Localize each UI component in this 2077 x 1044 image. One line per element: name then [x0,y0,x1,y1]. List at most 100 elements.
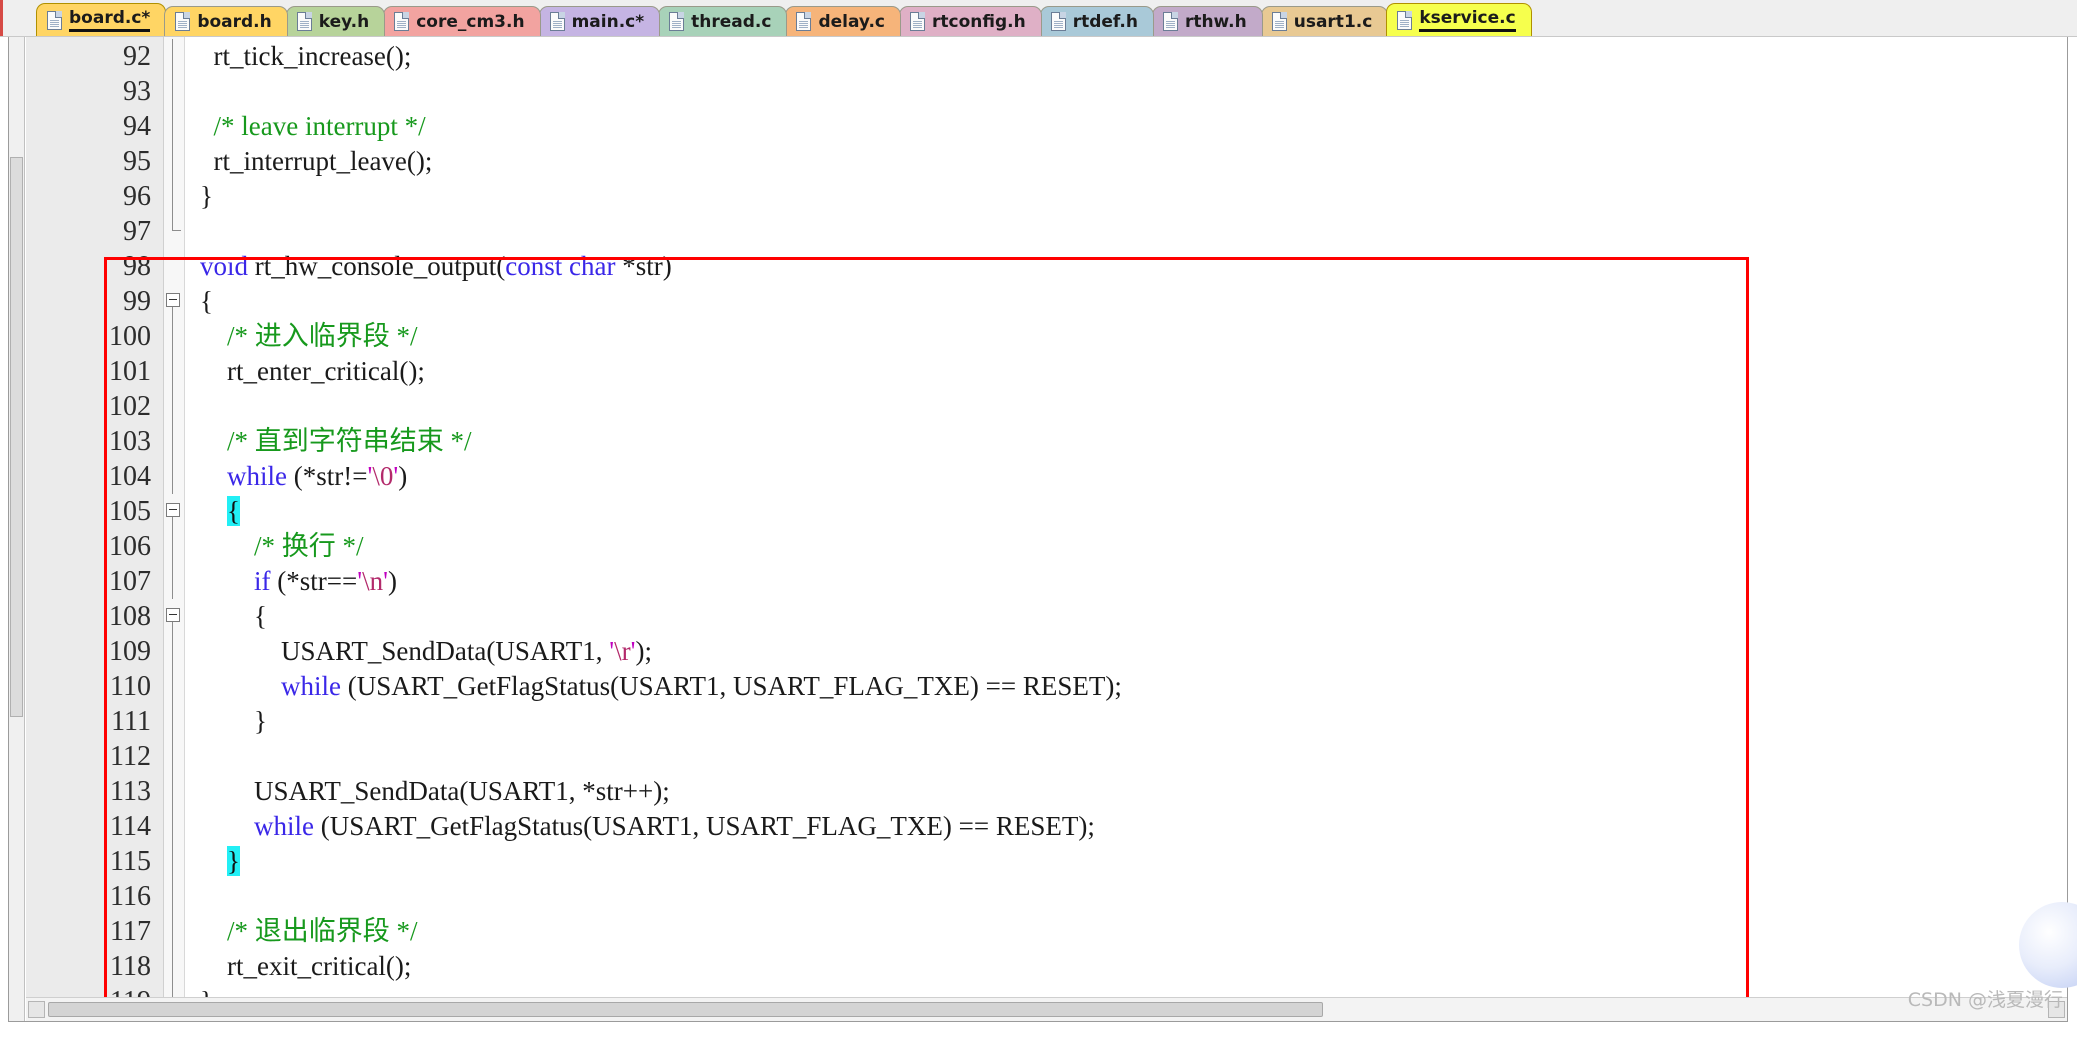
code-line[interactable]: 119} [26,984,2067,997]
code-text[interactable]: rt_enter_critical(); [186,354,2067,389]
code-line[interactable]: 102 [26,389,2067,424]
fold-marker[interactable] [163,739,186,774]
code-line[interactable]: 114 while (USART_GetFlagStatus(USART1, U… [26,809,2067,844]
fold-marker[interactable] [163,214,186,249]
code-text[interactable]: void rt_hw_console_output(const char *st… [186,249,2067,284]
code-text[interactable]: /* 退出临界段 */ [186,914,2067,949]
code-text[interactable]: } [186,179,2067,214]
editor-tab-kservice-c[interactable]: kservice.c [1386,3,1532,36]
editor-tab-board-h[interactable]: board.h [164,6,288,36]
code-text[interactable]: { [186,284,2067,319]
horizontal-scrollbar[interactable] [26,997,2067,1021]
editor-tab-core-cm3-h[interactable]: core_cm3.h [383,6,541,36]
code-line[interactable]: 100 /* 进入临界段 */ [26,319,2067,354]
fold-collapse-icon[interactable] [166,293,180,307]
code-line[interactable]: 98 void rt_hw_console_output(const char *… [26,249,2067,284]
fold-marker[interactable] [163,39,186,74]
fold-marker[interactable] [163,774,186,809]
fold-marker[interactable] [163,424,186,459]
code-line[interactable]: 112 [26,739,2067,774]
editor-tab-key-h[interactable]: key.h [285,6,386,36]
fold-collapse-icon[interactable] [166,608,180,622]
code-text[interactable]: } [186,844,2067,879]
code-line[interactable]: 110 while (USART_GetFlagStatus(USART1, U… [26,669,2067,704]
fold-marker[interactable] [163,319,186,354]
code-text[interactable]: USART_SendData(USART1, *str++); [186,774,2067,809]
fold-marker[interactable] [163,389,186,424]
code-line[interactable]: 106 /* 换行 */ [26,529,2067,564]
fold-marker[interactable] [163,109,186,144]
code-line[interactable]: 94 /* leave interrupt */ [26,109,2067,144]
fold-marker[interactable] [163,809,186,844]
code-line[interactable]: 97 [26,214,2067,249]
code-line[interactable]: 109 USART_SendData(USART1, '\r'); [26,634,2067,669]
scroll-left-arrow-icon[interactable] [28,1001,45,1018]
fold-marker[interactable] [163,284,186,319]
editor-tab-rtdef-h[interactable]: rtdef.h [1039,6,1154,36]
fold-marker[interactable] [163,179,186,214]
vertical-scroll-track[interactable] [9,37,25,997]
editor-tab-board-c-[interactable]: board.c* [36,3,167,36]
fold-marker[interactable] [163,564,186,599]
fold-marker[interactable] [163,704,186,739]
code-line[interactable]: 101 rt_enter_critical(); [26,354,2067,389]
code-line[interactable]: 111 } [26,704,2067,739]
editor-tab-main-c-[interactable]: main.c* [538,6,661,36]
code-line[interactable]: 99 { [26,284,2067,319]
code-line[interactable]: 95 rt_interrupt_leave(); [26,144,2067,179]
code-text[interactable]: { [186,494,2067,529]
code-text[interactable]: { [186,599,2067,634]
code-line[interactable]: 105 { [26,494,2067,529]
fold-marker[interactable] [163,879,186,914]
code-text[interactable]: rt_tick_increase(); [186,39,2067,74]
editor-tab-usart1-c[interactable]: usart1.c [1260,6,1389,36]
editor-tab-rtconfig-h[interactable]: rtconfig.h [898,6,1042,36]
fold-marker[interactable] [163,459,186,494]
code-text[interactable]: while (USART_GetFlagStatus(USART1, USART… [186,669,2067,704]
code-lines[interactable]: 92 rt_tick_increase(); 93 94 /* leave inte… [26,39,2067,997]
fold-marker[interactable] [163,984,186,997]
code-text[interactable]: /* 直到字符串结束 */ [186,424,2067,459]
code-line[interactable]: 93 [26,74,2067,109]
editor-tab-delay-c[interactable]: delay.c [785,6,901,36]
code-line[interactable]: 113 USART_SendData(USART1, *str++); [26,774,2067,809]
fold-marker[interactable] [163,74,186,109]
editor-vertical-scrollbar[interactable] [9,37,25,1021]
code-line[interactable]: 92 rt_tick_increase(); [26,39,2067,74]
fold-marker[interactable] [163,249,186,284]
code-line[interactable]: 104 while (*str!='\0') [26,459,2067,494]
fold-marker[interactable] [163,494,186,529]
code-line[interactable]: 118 rt_exit_critical(); [26,949,2067,984]
code-text[interactable]: if (*str=='\n') [186,564,2067,599]
code-line[interactable]: 115 } [26,844,2067,879]
fold-marker[interactable] [163,949,186,984]
code-text[interactable]: /* 换行 */ [186,529,2067,564]
fold-marker[interactable] [163,914,186,949]
code-line[interactable]: 96} [26,179,2067,214]
editor-tab-thread-c[interactable]: thread.c [658,6,788,36]
fold-marker[interactable] [163,844,186,879]
code-text[interactable]: } [186,984,2067,997]
code-line[interactable]: 103 /* 直到字符串结束 */ [26,424,2067,459]
fold-marker[interactable] [163,599,186,634]
fold-marker[interactable] [163,529,186,564]
fold-marker[interactable] [163,634,186,669]
code-text[interactable]: rt_exit_critical(); [186,949,2067,984]
fold-marker[interactable] [163,354,186,389]
fold-marker[interactable] [163,144,186,179]
editor-tab-rthw-h[interactable]: rthw.h [1151,6,1263,36]
code-text[interactable]: /* 进入临界段 */ [186,319,2067,354]
code-line[interactable]: 107 if (*str=='\n') [26,564,2067,599]
code-area[interactable]: 92 rt_tick_increase(); 93 94 /* leave inte… [26,37,2067,997]
code-line[interactable]: 116 [26,879,2067,914]
code-line[interactable]: 108 { [26,599,2067,634]
code-line[interactable]: 117 /* 退出临界段 */ [26,914,2067,949]
fold-collapse-icon[interactable] [166,503,180,517]
code-text[interactable]: while (*str!='\0') [186,459,2067,494]
code-text[interactable]: USART_SendData(USART1, '\r'); [186,634,2067,669]
code-text[interactable]: rt_interrupt_leave(); [186,144,2067,179]
vertical-scroll-thumb[interactable] [10,157,23,717]
horizontal-scroll-thumb[interactable] [48,1002,1323,1017]
code-text[interactable]: /* leave interrupt */ [186,109,2067,144]
code-text[interactable]: while (USART_GetFlagStatus(USART1, USART… [186,809,2067,844]
